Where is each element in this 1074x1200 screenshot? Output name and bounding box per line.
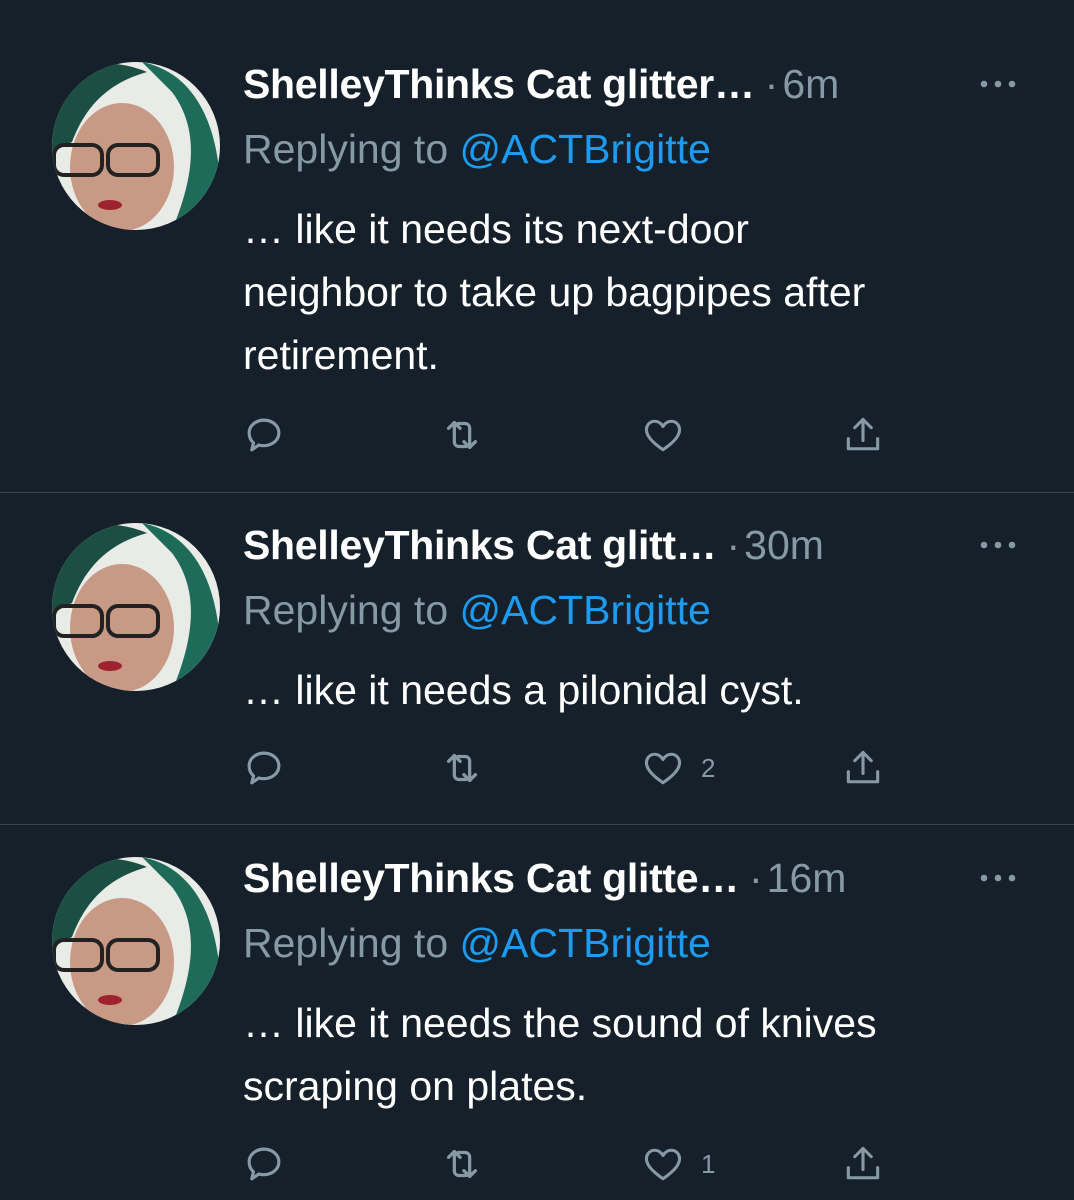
reply-icon <box>247 751 281 785</box>
replying-handle-link[interactable]: @ACTBrigitte <box>460 587 711 633</box>
reply-icon <box>247 418 281 452</box>
replying-to: Replying to @ACTBrigitte <box>243 126 711 173</box>
like-count: 1 <box>701 1148 716 1179</box>
avatar[interactable] <box>52 62 220 230</box>
timestamp[interactable]: 6m <box>782 61 839 108</box>
like-button[interactable]: 1 <box>641 1139 715 1189</box>
retweet-icon <box>446 420 478 450</box>
replying-prefix: Replying to <box>243 920 449 966</box>
tweet-header: ShelleyThinks Cat glitte… · 16m <box>243 848 1034 908</box>
timeline: ShelleyThinks Cat glitter… · 6m Replying… <box>0 0 1074 1200</box>
display-name[interactable]: ShelleyThinks Cat glitt… <box>243 522 717 569</box>
more-button[interactable] <box>978 848 1018 908</box>
more-button[interactable] <box>978 515 1018 575</box>
share-icon <box>846 750 880 784</box>
reply-button[interactable] <box>243 1139 285 1189</box>
tweet-text-line: … like it needs the sound of knives <box>243 1000 877 1046</box>
tweet-text-line: retirement. <box>243 332 439 378</box>
share-icon <box>846 417 880 451</box>
share-button[interactable] <box>841 743 885 793</box>
share-button[interactable] <box>841 410 885 460</box>
separator: · <box>764 60 779 107</box>
tweet-actions: 1 <box>243 1139 903 1189</box>
like-button[interactable]: 2 <box>641 743 715 793</box>
more-icon <box>980 874 1016 882</box>
avatar[interactable] <box>52 857 220 1025</box>
retweet-button[interactable] <box>439 1139 485 1189</box>
tweet[interactable]: ShelleyThinks Cat glitte… · 16m Replying… <box>0 825 1074 1200</box>
display-name[interactable]: ShelleyThinks Cat glitter… <box>243 61 755 108</box>
replying-handle-link[interactable]: @ACTBrigitte <box>460 126 711 172</box>
replying-prefix: Replying to <box>243 126 449 172</box>
retweet-icon <box>446 753 478 783</box>
share-icon <box>846 1146 880 1180</box>
tweet-text: … like it needs its next-door neighbor t… <box>243 198 1033 387</box>
timestamp[interactable]: 16m <box>767 855 847 902</box>
tweet-actions <box>243 410 903 460</box>
separator: · <box>749 854 763 901</box>
avatar-image <box>52 62 220 230</box>
retweet-button[interactable] <box>439 410 485 460</box>
heart-icon <box>644 1148 682 1181</box>
tweet-text-line: … like it needs a pilonidal cyst. <box>243 667 804 713</box>
like-count: 2 <box>701 752 716 783</box>
avatar-image <box>52 523 220 691</box>
timestamp[interactable]: 30m <box>744 522 824 569</box>
tweet-text-line: … like it needs its next-door <box>243 206 749 252</box>
separator: · <box>726 521 741 568</box>
reply-icon <box>247 1147 281 1181</box>
tweet-text-line: neighbor to take up bagpipes after <box>243 269 866 315</box>
avatar-image <box>52 857 220 1025</box>
tweet-text-line: scraping on plates. <box>243 1063 588 1109</box>
replying-prefix: Replying to <box>243 587 449 633</box>
tweet-header: ShelleyThinks Cat glitt… · 30m <box>243 515 1034 575</box>
tweet[interactable]: ShelleyThinks Cat glitter… · 6m Replying… <box>0 0 1074 492</box>
avatar[interactable] <box>52 523 220 691</box>
tweet-text: … like it needs the sound of knives scra… <box>243 992 1033 1118</box>
share-button[interactable] <box>841 1139 885 1189</box>
reply-button[interactable] <box>243 743 285 793</box>
like-button[interactable] <box>641 410 701 460</box>
display-name[interactable]: ShelleyThinks Cat glitte… <box>243 855 739 902</box>
replying-handle-link[interactable]: @ACTBrigitte <box>460 920 711 966</box>
heart-icon <box>644 752 682 785</box>
more-button[interactable] <box>978 54 1018 114</box>
tweet-actions: 2 <box>243 743 903 793</box>
retweet-button[interactable] <box>439 743 485 793</box>
tweet-text: … like it needs a pilonidal cyst. <box>243 659 1033 722</box>
replying-to: Replying to @ACTBrigitte <box>243 920 711 967</box>
more-icon <box>980 80 1016 88</box>
tweet[interactable]: ShelleyThinks Cat glitt… · 30m Replying … <box>0 493 1074 824</box>
more-icon <box>980 541 1016 549</box>
retweet-icon <box>446 1149 478 1179</box>
reply-button[interactable] <box>243 410 285 460</box>
replying-to: Replying to @ACTBrigitte <box>243 587 711 634</box>
heart-icon <box>644 419 682 452</box>
tweet-header: ShelleyThinks Cat glitter… · 6m <box>243 54 1034 114</box>
